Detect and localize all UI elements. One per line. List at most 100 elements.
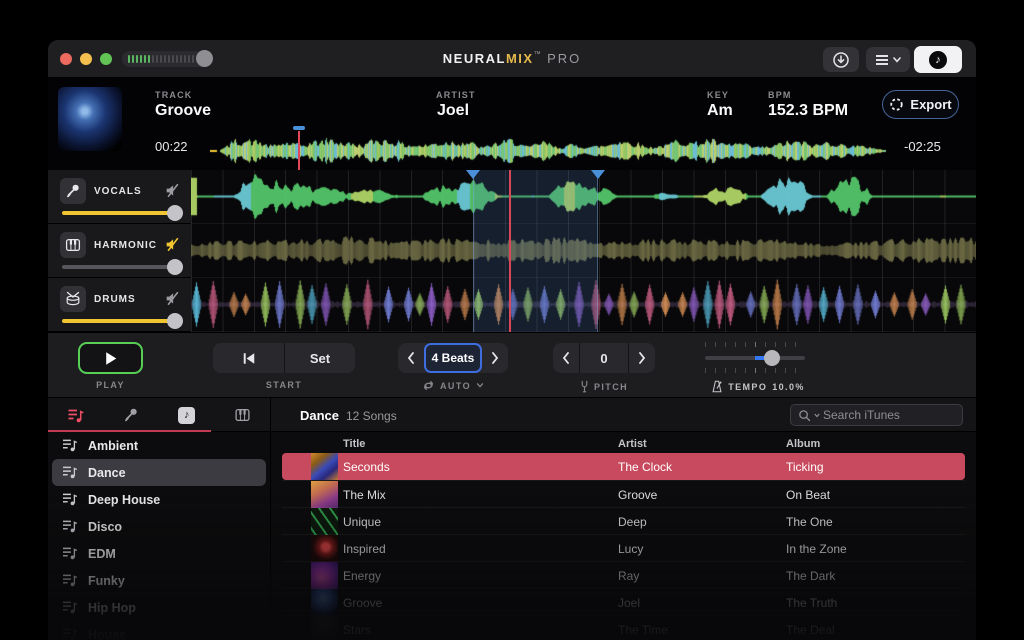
vocals-volume-slider[interactable] xyxy=(62,211,176,215)
key-value: Am xyxy=(707,102,733,120)
song-row-selected[interactable]: Seconds The Clock Ticking xyxy=(282,453,965,480)
sidebar-item-hip-hop[interactable]: Hip Hop xyxy=(48,594,270,621)
loop-icon xyxy=(422,380,435,391)
song-artwork xyxy=(311,589,338,616)
song-row[interactable]: Energy Ray The Dark xyxy=(282,561,965,588)
pitch-increase-button[interactable] xyxy=(629,343,655,373)
song-row[interactable]: Inspired Lucy In the Zone xyxy=(282,534,965,561)
song-artwork xyxy=(311,562,338,589)
titlebar: NEURALMIX™PRO ♪ xyxy=(48,40,976,78)
export-button[interactable]: Export xyxy=(882,90,959,119)
sidebar-item-disco[interactable]: Disco xyxy=(48,513,270,540)
loop-decrease-button[interactable] xyxy=(398,343,424,373)
bpm-value: 152.3 BPM xyxy=(768,102,848,120)
harmonic-mute-button[interactable] xyxy=(164,236,182,254)
vocals-mute-button[interactable] xyxy=(164,182,182,200)
track-title: Groove xyxy=(155,102,211,120)
playlist-icon xyxy=(62,546,78,560)
chevron-down-icon xyxy=(893,57,901,63)
stem-name: DRUMS xyxy=(94,294,136,305)
stem-name: VOCALS xyxy=(94,186,142,197)
harmonic-volume-thumb[interactable] xyxy=(167,259,183,275)
tempo-thumb[interactable] xyxy=(764,350,780,366)
app-window: NEURALMIX™PRO ♪ TRACK Groove ARTIST Joel… xyxy=(48,40,976,640)
microphone-icon xyxy=(60,178,86,204)
loop-length-stepper: 4 Beats xyxy=(398,343,508,373)
tempo-label-row: TEMPO 10.0% xyxy=(688,380,828,393)
artist-label: ARTIST xyxy=(436,90,476,100)
chevron-down-icon xyxy=(476,383,484,388)
play-label: PLAY xyxy=(78,380,143,390)
drums-mute-button[interactable] xyxy=(164,290,182,308)
sidebar-item-partial[interactable]: House xyxy=(48,621,270,640)
tab-itunes[interactable]: ♪ xyxy=(159,398,215,432)
menu-button[interactable] xyxy=(866,47,910,72)
playlist-icon xyxy=(62,492,78,506)
song-row[interactable]: Unique Deep The One xyxy=(282,507,965,534)
song-artwork xyxy=(311,453,338,480)
stem-drums: DRUMS xyxy=(48,278,191,332)
sidebar-item-dance[interactable]: Dance xyxy=(48,459,270,486)
download-icon xyxy=(832,51,850,69)
hamburger-icon xyxy=(875,54,889,66)
playlist-icon xyxy=(62,573,78,587)
pitch-label-row: PITCH xyxy=(553,380,655,393)
transport-bar: PLAY Set START 4 Beats AUTO xyxy=(48,332,976,398)
trademark-symbol: ™ xyxy=(534,51,543,58)
drums-volume-slider[interactable] xyxy=(62,319,176,323)
song-artwork xyxy=(311,481,338,508)
tempo-center-tick-bottom xyxy=(755,368,756,373)
overview-marker[interactable] xyxy=(293,126,305,130)
pitch-stepper: 0 xyxy=(553,343,655,373)
loop-end-marker[interactable] xyxy=(591,170,605,179)
pitch-value[interactable]: 0 xyxy=(580,343,628,373)
loop-length-value[interactable]: 4 Beats xyxy=(424,343,482,373)
loop-mode-dropdown[interactable]: AUTO xyxy=(398,380,508,391)
song-row[interactable]: The Mix Groove On Beat xyxy=(282,480,965,507)
tab-playlists[interactable] xyxy=(48,398,104,432)
playhead xyxy=(509,170,511,332)
stem-waveforms[interactable] xyxy=(191,170,976,332)
loop-region[interactable] xyxy=(473,170,598,332)
elapsed-time: 00:22 xyxy=(155,139,188,154)
download-button[interactable] xyxy=(823,47,859,72)
column-header-artist[interactable]: Artist xyxy=(618,438,647,450)
app-title-neural: NEURAL xyxy=(443,51,506,66)
song-artwork xyxy=(311,508,338,535)
drums-volume-thumb[interactable] xyxy=(167,313,183,329)
loop-increase-button[interactable] xyxy=(482,343,508,373)
tab-sampler[interactable] xyxy=(215,398,271,432)
start-control: Set xyxy=(213,343,355,373)
export-progress-icon xyxy=(889,97,904,112)
playlist-icon xyxy=(62,465,78,479)
song-artwork xyxy=(311,535,338,562)
jump-to-start-button[interactable] xyxy=(213,343,284,373)
export-label: Export xyxy=(910,97,951,112)
overview-waveform[interactable] xyxy=(210,134,890,168)
play-button[interactable] xyxy=(78,342,143,374)
song-row[interactable]: Groove Joel The Truth xyxy=(282,588,965,615)
sidebar-item-funky[interactable]: Funky xyxy=(48,567,270,594)
playlist-icon xyxy=(62,519,78,533)
tempo-slider[interactable] xyxy=(705,356,805,360)
column-header-title[interactable]: Title xyxy=(343,438,365,450)
pitch-decrease-button[interactable] xyxy=(553,343,579,373)
library-tabs: ♪ xyxy=(48,398,270,432)
sidebar-item-ambient[interactable]: Ambient xyxy=(48,432,270,459)
track-label: TRACK xyxy=(155,90,193,100)
sidebar-item-deep-house[interactable]: Deep House xyxy=(48,486,270,513)
stems-section: VOCALS HARMONIC xyxy=(48,170,976,332)
keys-icon xyxy=(60,232,86,258)
tab-microphone[interactable] xyxy=(104,398,160,432)
overview-playhead[interactable] xyxy=(298,131,300,171)
tuning-fork-icon xyxy=(580,380,589,393)
sidebar-item-edm[interactable]: EDM xyxy=(48,540,270,567)
column-header-album[interactable]: Album xyxy=(786,438,820,450)
song-row[interactable]: Stars The Time The Deal xyxy=(282,615,965,640)
playlist-icon xyxy=(62,627,78,640)
apple-music-button[interactable]: ♪ xyxy=(914,46,962,73)
loop-start-marker[interactable] xyxy=(466,170,480,179)
harmonic-volume-slider[interactable] xyxy=(62,265,176,269)
vocals-volume-thumb[interactable] xyxy=(167,205,183,221)
set-start-button[interactable]: Set xyxy=(285,343,355,373)
